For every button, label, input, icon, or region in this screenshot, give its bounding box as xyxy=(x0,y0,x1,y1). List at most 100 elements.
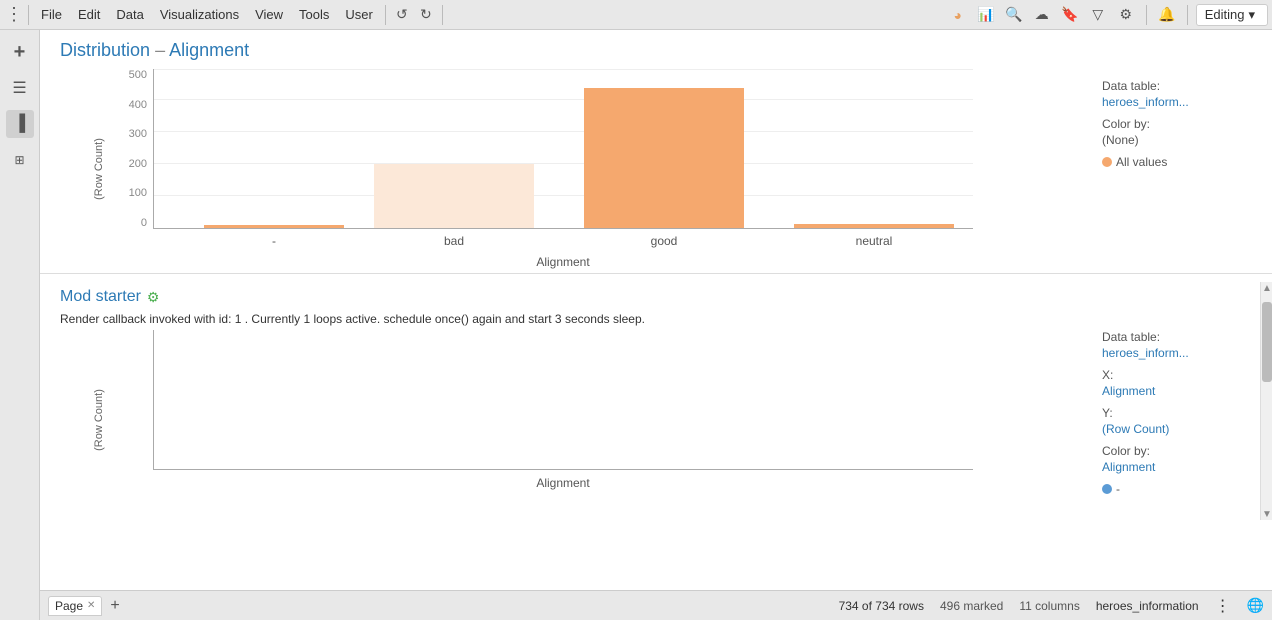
sidebar-chart-icon[interactable]: ▐ xyxy=(6,110,34,138)
menu-visualizations[interactable]: Visualizations xyxy=(152,3,247,27)
status-more-dots[interactable]: ⋮ xyxy=(1215,596,1231,616)
toolbar: ⋮ File Edit Data Visualizations View Too… xyxy=(0,0,1272,30)
sidebar-grid-icon[interactable]: ⊞ xyxy=(6,146,34,174)
chart2-x-axis-label: Alignment xyxy=(153,476,973,490)
globe-icon[interactable]: 🌐 xyxy=(1247,597,1264,614)
y-tick-400: 400 xyxy=(115,99,147,111)
separator-3 xyxy=(442,5,443,25)
chart2-x-value[interactable]: Alignment xyxy=(1102,384,1252,398)
chart1-title: Distribution – Alignment xyxy=(60,40,1252,61)
toolbar-menu-dots[interactable]: ⋮ xyxy=(4,3,24,27)
search-icon[interactable]: 🔍 xyxy=(1002,3,1026,27)
chart1-section: Distribution – Alignment (Row Count) 0 1… xyxy=(40,30,1272,269)
chart1-data-table-value[interactable]: heroes_inform... xyxy=(1102,95,1252,109)
chart2-title-text: Mod starter xyxy=(60,288,141,306)
chart2-color-by-value[interactable]: Alignment xyxy=(1102,460,1252,474)
chart2-data-table-value[interactable]: heroes_inform... xyxy=(1102,346,1252,360)
tab-add-button[interactable]: + xyxy=(110,597,119,615)
main-content: Distribution – Alignment (Row Count) 0 1… xyxy=(40,30,1272,590)
menu-data[interactable]: Data xyxy=(108,3,151,27)
separator-4 xyxy=(1146,5,1147,25)
rows-count: 734 of 734 rows xyxy=(839,599,924,613)
scrollbar-thumb[interactable] xyxy=(1262,302,1272,382)
separator-1 xyxy=(28,5,29,25)
menu-user[interactable]: User xyxy=(337,3,380,27)
sidebar-add-icon[interactable]: + xyxy=(6,38,34,66)
pie-chart-icon[interactable]: ◕ xyxy=(946,3,970,27)
scrollbar-track[interactable]: ▲ ▼ xyxy=(1260,282,1272,520)
chart2-plot-area: (Row Count) Alignment xyxy=(60,330,1092,510)
menu-edit[interactable]: Edit xyxy=(70,3,108,27)
grid-line-400 xyxy=(154,99,973,100)
page-tab-close[interactable]: ✕ xyxy=(87,600,95,611)
chart1-all-values-label: All values xyxy=(1116,155,1167,169)
x-label-good: good xyxy=(584,234,744,248)
chart1-y-ticks: 0 100 200 300 400 500 xyxy=(115,69,147,229)
chart1-data-table-label: Data table: xyxy=(1102,79,1252,93)
chart1-title-text: Distribution xyxy=(60,40,150,60)
settings-icon[interactable]: ⚙ xyxy=(1114,3,1138,27)
separator-5 xyxy=(1187,5,1188,25)
separator-2 xyxy=(385,5,386,25)
chart1-color-by-label: Color by: xyxy=(1102,117,1252,131)
scrollbar-up-arrow[interactable]: ▲ xyxy=(1261,282,1272,294)
bookmark-icon[interactable]: 🔖 xyxy=(1058,3,1082,27)
chart2-render-msg: Render callback invoked with id: 1 . Cur… xyxy=(60,312,1252,326)
x-label-bad: bad xyxy=(374,234,534,248)
page-tab[interactable]: Page ✕ xyxy=(48,596,102,616)
editing-chevron: ▾ xyxy=(1248,7,1255,23)
chart2-section: Mod starter ⚙ Render callback invoked wi… xyxy=(40,282,1272,520)
sidebar-list-icon[interactable]: ☰ xyxy=(6,74,34,102)
page-tab-label: Page xyxy=(55,599,83,613)
chart1-y-axis-label: (Row Count) xyxy=(93,138,105,200)
left-sidebar: + ☰ ▐ ⊞ xyxy=(0,30,40,620)
chart2-data-table-label: Data table: xyxy=(1102,330,1252,344)
editing-label: Editing xyxy=(1205,7,1245,22)
bar-good xyxy=(584,88,744,228)
chart2-dot-label: - xyxy=(1116,482,1120,496)
y-tick-500: 500 xyxy=(115,69,147,81)
y-tick-100: 100 xyxy=(115,187,147,199)
bar-neutral-rect xyxy=(794,224,954,228)
chart1-container: (Row Count) 0 100 200 300 400 500 xyxy=(60,69,1252,269)
scrollbar-down-arrow[interactable]: ▼ xyxy=(1261,508,1272,520)
menu-view[interactable]: View xyxy=(247,3,291,27)
cloud-icon[interactable]: ☁ xyxy=(1030,3,1054,27)
x-label-neutral: neutral xyxy=(794,234,954,248)
chart2-y-axis-label: (Row Count) xyxy=(93,389,105,451)
chart1-x-axis-label: Alignment xyxy=(153,255,973,269)
chart2-container: (Row Count) Alignment Data table: heroes… xyxy=(60,330,1252,510)
chart2-color-by-label: Color by: xyxy=(1102,444,1252,458)
grid-line-200 xyxy=(154,163,973,164)
notification-icon[interactable]: 🔔 xyxy=(1155,3,1179,27)
chart2-dot-row: - xyxy=(1102,482,1252,496)
filter-icon[interactable]: ▽ xyxy=(1086,3,1110,27)
undo-icon[interactable]: ↺ xyxy=(390,3,414,27)
chart1-color-by-value: (None) xyxy=(1102,133,1252,147)
editing-button[interactable]: Editing ▾ xyxy=(1196,4,1268,26)
grid-line-300 xyxy=(154,131,973,132)
chart2-inner: Alignment xyxy=(115,330,1092,490)
x-label-minus: - xyxy=(204,234,344,248)
chart2-plot xyxy=(153,330,973,470)
bar-chart-icon[interactable]: 📊 xyxy=(974,3,998,27)
chart2-y-value[interactable]: (Row Count) xyxy=(1102,422,1252,436)
marked-count: 496 marked xyxy=(940,599,1003,613)
redo-icon[interactable]: ↻ xyxy=(414,3,438,27)
menu-tools[interactable]: Tools xyxy=(291,3,337,27)
chart1-right-panel: Data table: heroes_inform... Color by: (… xyxy=(1092,79,1252,169)
status-bar: Page ✕ + 734 of 734 rows 496 marked 11 c… xyxy=(40,590,1272,620)
chart2-x-label: X: xyxy=(1102,368,1252,382)
bar-minus xyxy=(204,225,344,228)
chart1-plot: - bad good neutral xyxy=(153,69,973,229)
chart1-all-values-row: All values xyxy=(1102,155,1252,169)
menu-file[interactable]: File xyxy=(33,3,70,27)
y-tick-200: 200 xyxy=(115,158,147,170)
section-divider xyxy=(40,273,1272,274)
grid-line-100 xyxy=(154,195,973,196)
chart1-plot-area: (Row Count) 0 100 200 300 400 500 xyxy=(60,69,1092,269)
mod-starter-gear-icon: ⚙ xyxy=(147,289,160,306)
bar-good-rect xyxy=(584,88,744,228)
grid-line-500 xyxy=(154,69,973,70)
columns-count: 11 columns xyxy=(1019,599,1079,613)
